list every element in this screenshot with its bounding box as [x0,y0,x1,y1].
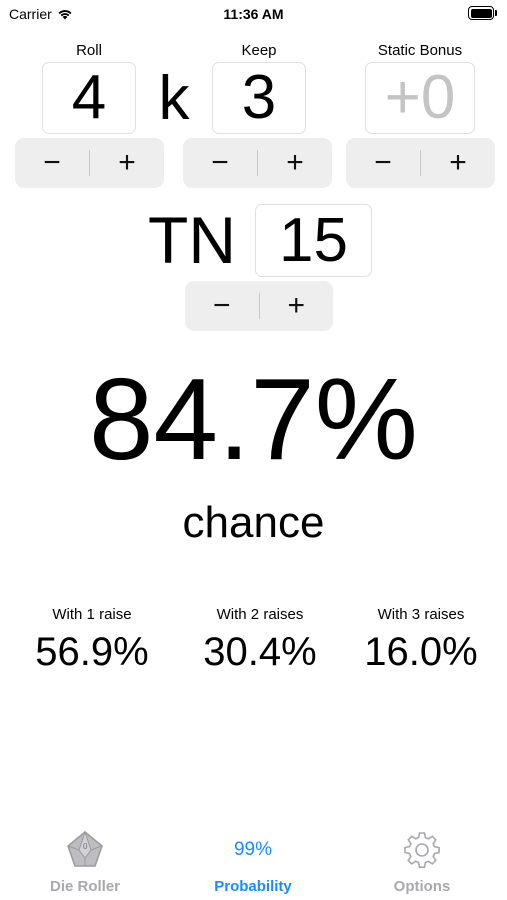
tn-increment-button[interactable]: + [260,281,334,331]
raise-label: With 1 raise [52,606,132,623]
status-bar: Carrier 11:36 AM [0,0,507,30]
raise-label: With 2 raises [216,606,304,623]
static-bonus-field[interactable]: +0 [365,62,475,134]
svg-text:0: 0 [83,842,88,851]
roll-label: Roll [76,42,102,59]
keep-separator: k [158,63,190,133]
tn-stepper: − + [185,281,333,331]
percent-icon-text: 99% [233,839,273,860]
raise-value: 30.4% [203,630,317,674]
tab-label: Options [393,878,451,895]
tn-label: TN [148,203,236,277]
keep-value-field[interactable]: 3 [212,62,306,134]
tab-die-roller[interactable]: 0 Die Roller [0,818,170,900]
tab-probability[interactable]: 99% Probability [168,818,338,900]
keep-increment-button[interactable]: + [258,138,332,188]
d10-die-icon: 0 [65,830,105,870]
keep-label: Keep [241,42,277,59]
keep-stepper: − + [183,138,332,188]
roll-decrement-button[interactable]: − [15,138,89,188]
battery-icon [468,6,498,20]
raise-label: With 3 raises [377,606,465,623]
bonus-decrement-button[interactable]: − [346,138,420,188]
tab-options[interactable]: Options [337,818,507,900]
tab-bar: 0 Die Roller 99% Probability Options [0,818,507,900]
roll-increment-button[interactable]: + [90,138,164,188]
status-time: 11:36 AM [223,6,284,22]
raise-value: 16.0% [364,630,478,674]
tn-decrement-button[interactable]: − [185,281,259,331]
chance-caption: chance [182,498,325,547]
bonus-increment-button[interactable]: + [421,138,495,188]
roll-stepper: − + [15,138,164,188]
keep-decrement-button[interactable]: − [183,138,257,188]
tab-label: Die Roller [49,878,121,895]
tn-value-field[interactable]: 15 [255,204,372,277]
bonus-stepper: − + [346,138,495,188]
success-chance-value: 84.7% [89,354,418,484]
roll-value-field[interactable]: 4 [42,62,136,134]
percent-icon: 99% [233,830,273,870]
gear-icon [402,830,442,870]
static-bonus-label: Static Bonus [377,42,463,59]
tab-label: Probability [214,878,292,895]
raise-value: 56.9% [35,630,149,674]
